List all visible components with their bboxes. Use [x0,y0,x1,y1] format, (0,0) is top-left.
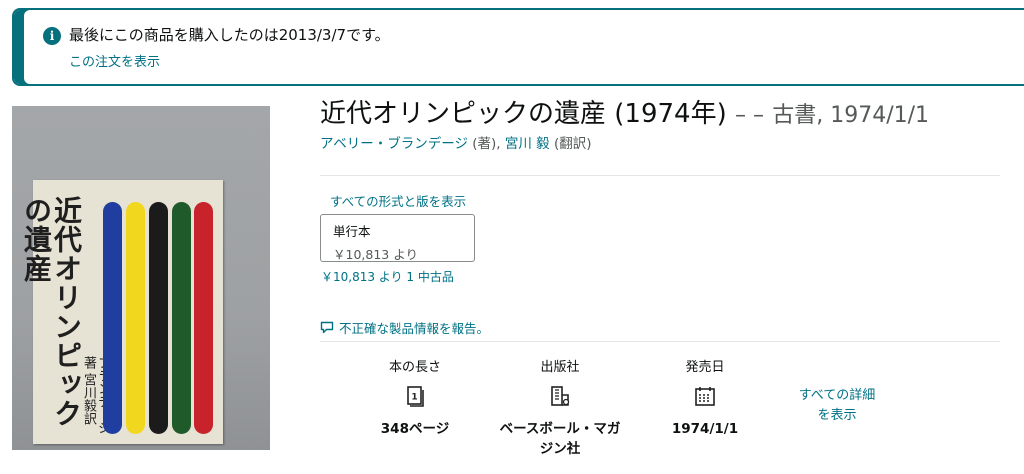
detail-label: 本の長さ [388,360,441,375]
detail-value: 348ページ [380,421,450,437]
info-icon: i [43,27,61,45]
divider [320,175,1000,176]
building-icon [551,386,570,406]
view-order-link[interactable]: この注文を表示 [69,51,160,70]
detail-value: 1974/1/1 [671,421,739,437]
author-role-2: (翻訳) [553,136,592,152]
cover-stripe-yellow [126,202,145,434]
used-price-link[interactable]: ￥10,813 より [321,270,403,284]
svg-text:1: 1 [411,393,417,403]
book-pages-icon: 1 [407,386,424,407]
author-link-2[interactable]: 宮川 毅 [505,136,550,152]
byline: アベリー・ブランデージ (著), 宮川 毅 (翻訳) [320,132,592,152]
format-option-tankobon[interactable]: 単行本 ￥10,813 より [320,214,475,262]
detail-page-count: 本の長さ 1 348ページ [362,356,468,439]
detail-release-date: 発売日 1974/1/1 [658,356,752,439]
report-link[interactable]: 不正確な製品情報を報告。 [339,318,489,337]
author-link-1[interactable]: アベリー・ブランデージ [320,136,468,152]
book-cover-image[interactable]: 近代オリンピックの遺産 ブランデージ著 宮川毅訳 [12,106,270,450]
product-title: 近代オリンピックの遺産 (1974年) [320,99,727,129]
author-role-1: (著), [472,136,501,152]
detail-value: ベースボール・マガジン社 [499,421,621,457]
all-formats-link[interactable]: すべての形式と版を表示 [330,191,466,210]
used-offers: ￥10,813 より 1 中古品 [321,268,454,285]
format-name: 単行本 [333,224,371,239]
speech-bubble-icon [320,321,334,334]
cover-stripe-blue [103,202,122,434]
used-count-link[interactable]: 1 中古品 [406,270,453,284]
detail-publisher: 出版社 ベースボール・マガジン社 [498,356,622,459]
format-price: ￥10,813 より [333,247,418,262]
all-details-link[interactable]: すべての詳細を表示 [797,386,877,426]
notice-message: 最後にこの商品を購入したのは2013/3/7です。 [69,26,390,44]
product-meta: 古書, 1974/1/1 [772,103,930,128]
cover-stripe-green [172,202,191,434]
cover-board: 近代オリンピックの遺産 ブランデージ著 宮川毅訳 [20,180,223,444]
report-incorrect-info[interactable]: 不正確な製品情報を報告。 [320,318,489,337]
title-separator: – – [735,103,764,128]
cover-title-text: 近代オリンピックの遺産 [20,196,83,428]
detail-label: 発売日 [685,360,725,375]
cover-stripe-black [149,202,168,434]
purchase-notice: i 最後にこの商品を購入したのは2013/3/7です。 この注文を表示 [12,8,1024,86]
calendar-icon [695,387,715,406]
product-title-row: 近代オリンピックの遺産 (1974年) – – 古書, 1974/1/1 [320,93,929,130]
detail-label: 出版社 [540,360,580,375]
cover-stripe-red [194,202,213,434]
divider [320,341,1000,342]
